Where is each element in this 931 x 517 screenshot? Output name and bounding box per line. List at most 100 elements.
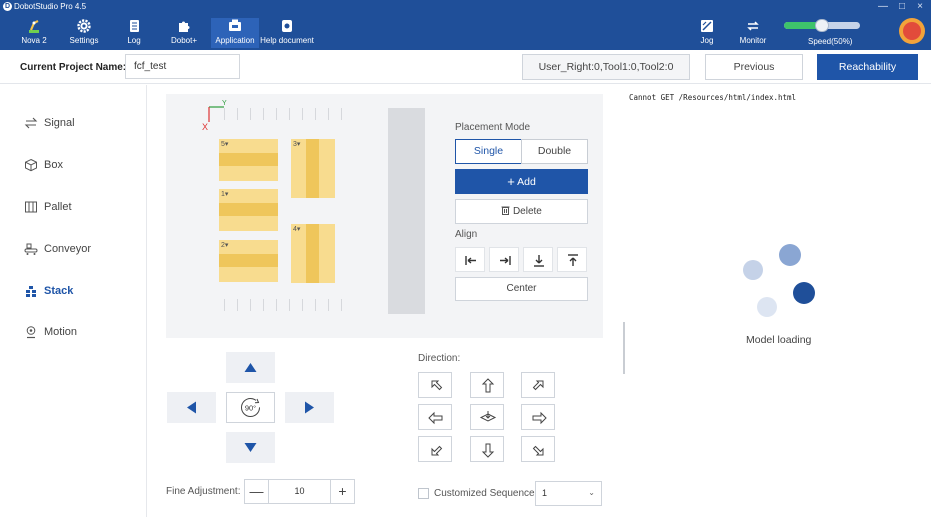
align-left-icon: [465, 256, 476, 265]
sidebar: Signal Box Pallet Conveyor Stack Motion: [0, 85, 147, 517]
minimize-button[interactable]: —: [874, 0, 892, 14]
app-logo-icon: D: [3, 2, 12, 11]
close-button[interactable]: ×: [911, 0, 929, 14]
triangle-right-icon: [305, 401, 314, 414]
robot-arm-icon: [29, 20, 39, 33]
direction-left-button[interactable]: [418, 404, 452, 430]
toolbar-nova2[interactable]: Nova 2: [18, 18, 50, 48]
box-icon: [25, 158, 37, 172]
align-right-button[interactable]: [489, 247, 519, 272]
stack-box-3[interactable]: 3▾: [291, 139, 335, 198]
emergency-stop-button[interactable]: [899, 18, 925, 44]
align-top-button[interactable]: [557, 247, 587, 272]
align-top-icon: [568, 254, 578, 266]
help-document-icon: [282, 20, 292, 32]
model-loading-text: Model loading: [746, 334, 812, 346]
stack-icon: [26, 286, 36, 297]
arrow-left-icon: [428, 411, 443, 425]
plus-icon: +: [507, 174, 515, 189]
previous-button[interactable]: Previous: [705, 54, 803, 80]
customized-sequence-checkbox[interactable]: [418, 488, 429, 499]
direction-down-left-button[interactable]: [418, 436, 452, 462]
speed-label: Speed(50%): [808, 37, 853, 46]
customized-sequence-label: Customized Sequence:: [434, 488, 538, 499]
chevron-down-icon: ⌄: [588, 488, 595, 497]
toolbar-settings[interactable]: Settings: [66, 18, 102, 48]
align-right-icon: [500, 256, 511, 265]
toolbar-jog[interactable]: Jog: [696, 18, 718, 48]
reachability-button[interactable]: Reachability: [817, 54, 918, 80]
stack-box-1[interactable]: 1▾: [219, 189, 278, 231]
emergency-stop-icon: [903, 22, 921, 40]
motion-icon: [26, 326, 36, 339]
align-left-button[interactable]: [455, 247, 485, 272]
fine-adjustment-label: Fine Adjustment:: [166, 486, 241, 497]
log-icon: [130, 20, 139, 32]
jog-icon: [701, 20, 713, 32]
move-down-button[interactable]: [226, 432, 275, 463]
app-title: DobotStudio Pro 4.5: [14, 2, 87, 11]
preview-error-text: Cannot GET /Resources/html/index.html: [629, 93, 797, 102]
project-name-label: Current Project Name:: [20, 62, 127, 73]
direction-down-right-button[interactable]: [521, 436, 555, 462]
fine-adjustment-input[interactable]: 10: [269, 480, 330, 503]
placement-mode-label: Placement Mode: [455, 122, 531, 133]
rotate-90-button[interactable]: 90°: [226, 392, 275, 423]
project-name-input[interactable]: fcf_test: [125, 54, 240, 79]
arrow-up-right-icon: [532, 380, 544, 391]
arrow-up-icon: [481, 378, 495, 393]
axis-y-label: Y: [222, 100, 227, 107]
puzzle-icon: [179, 21, 190, 32]
toolbar-monitor[interactable]: Monitor: [736, 18, 770, 48]
direction-up-button[interactable]: [470, 372, 504, 398]
customized-sequence-select[interactable]: 1 ⌄: [535, 481, 602, 506]
arrow-down-right-icon: [532, 445, 544, 456]
move-up-button[interactable]: [226, 352, 275, 383]
toolbar-log[interactable]: Log: [123, 18, 145, 48]
triangle-up-icon: [244, 363, 257, 372]
toolbar-dobot-plus[interactable]: Dobot+: [169, 18, 199, 48]
trash-icon: [501, 206, 510, 215]
direction-up-right-button[interactable]: [521, 372, 555, 398]
direction-label: Direction:: [418, 353, 461, 364]
delete-box-button[interactable]: Delete: [455, 199, 588, 224]
application-icon: [229, 19, 241, 31]
title-bar: D DobotStudio Pro 4.5 — □ ×: [0, 0, 931, 14]
maximize-button[interactable]: □: [893, 0, 911, 14]
main-toolbar: Nova 2 Settings Log Dobot+ Application H…: [0, 14, 931, 50]
conveyor-zone: [388, 108, 425, 314]
arrow-up-left-icon: [431, 380, 443, 391]
rotate-label: 90°: [245, 404, 256, 413]
stack-box-5[interactable]: 5▾: [219, 139, 278, 181]
align-bottom-icon: [534, 255, 544, 267]
direction-down-button[interactable]: [470, 436, 504, 462]
box-down-icon: [479, 411, 497, 422]
arrow-down-left-icon: [431, 445, 443, 456]
move-left-button[interactable]: [167, 392, 216, 423]
axis-x-label: X: [202, 122, 209, 132]
speed-knob[interactable]: [815, 19, 829, 32]
stack-box-2[interactable]: 2▾: [219, 240, 278, 282]
coordinate-system-display[interactable]: User_Right:0,Tool1:0,Tool2:0: [522, 54, 690, 80]
axis-indicator-icon: [208, 106, 224, 122]
add-box-button[interactable]: + Add: [455, 169, 588, 194]
move-right-button[interactable]: [285, 392, 334, 423]
stack-canvas[interactable]: Y X 5▾ 3▾ 1▾ 4▾ 2▾ Placement Mode Single…: [166, 94, 603, 338]
increment-button[interactable]: +: [330, 480, 354, 503]
direction-down-view-button[interactable]: [470, 404, 504, 430]
toolbar-help-document[interactable]: Help document: [259, 18, 315, 48]
arrow-down-icon: [481, 443, 495, 458]
center-button[interactable]: Center: [455, 277, 588, 301]
decrement-button[interactable]: —: [245, 480, 269, 503]
direction-up-left-button[interactable]: [418, 372, 452, 398]
single-mode-button[interactable]: Single: [455, 139, 522, 164]
scrollbar-thumb[interactable]: [623, 322, 625, 374]
stack-box-4[interactable]: 4▾: [291, 224, 335, 283]
double-mode-button[interactable]: Double: [521, 139, 588, 164]
toolbar-application[interactable]: Application: [211, 18, 259, 48]
gear-icon: [77, 19, 91, 33]
direction-right-button[interactable]: [521, 404, 555, 430]
signal-icon: [24, 117, 38, 129]
align-bottom-button[interactable]: [523, 247, 553, 272]
triangle-left-icon: [187, 401, 196, 414]
